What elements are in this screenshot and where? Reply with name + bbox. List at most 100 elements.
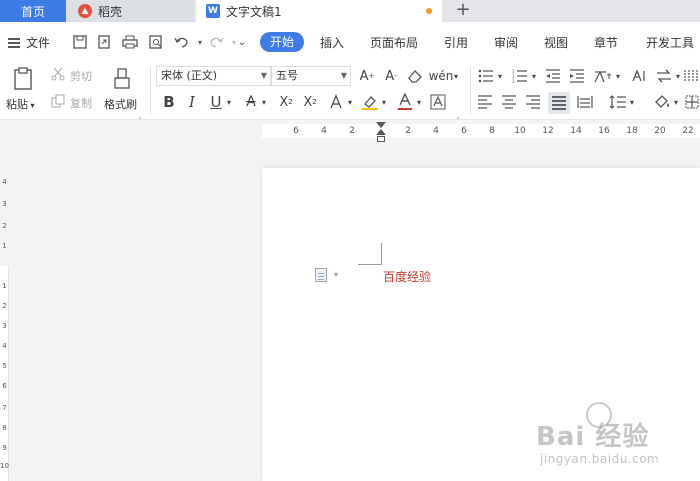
text-effects-dropdown-icon[interactable]: ▾ [346, 94, 354, 110]
new-tab-button[interactable]: + [452, 0, 474, 22]
subscript-icon[interactable]: X2 [300, 92, 320, 112]
margin-corner-mark [358, 243, 382, 265]
tab-docer[interactable]: ▲ 稻壳 [66, 0, 194, 22]
unsaved-indicator-icon [426, 8, 432, 14]
ruler-number: 2 [349, 126, 355, 136]
ruler-number: 10 [514, 126, 526, 136]
ruler-number: 7 [2, 404, 7, 412]
justify-icon[interactable] [548, 92, 570, 114]
ruler-number: 20 [654, 126, 666, 136]
phonetic-dropdown-icon[interactable]: ▾ [452, 68, 460, 84]
menu-tab-insert[interactable]: 插入 [320, 34, 344, 51]
copy-icon[interactable] [50, 93, 66, 109]
italic-icon[interactable]: I [183, 92, 201, 112]
format-painter-button[interactable]: 格式刷 [104, 96, 137, 112]
shrink-font-icon[interactable]: A- [381, 67, 401, 85]
show-marks-icon[interactable] [684, 67, 700, 85]
export-pdf-icon[interactable] [94, 32, 114, 52]
customize-toolbar-icon[interactable]: ⌄ [232, 32, 252, 52]
line-spacing-icon[interactable] [608, 93, 628, 111]
chinese-layout-dropdown-icon[interactable]: ▾ [614, 68, 622, 84]
clear-formatting-icon[interactable] [405, 67, 425, 85]
menu-bar: 文件 ▾ ▾ ⌄ 开始 插入 页面布局 引用 审阅 视图 章节 开发工具 [0, 22, 700, 62]
borders-icon[interactable] [684, 93, 700, 111]
horizontal-ruler[interactable]: 6 4 2 2 4 6 8 10 12 14 16 18 20 22 [0, 120, 700, 142]
paragraph-options-icon[interactable] [315, 268, 327, 282]
ruler-number: 4 [321, 126, 327, 136]
font-color-icon[interactable] [395, 92, 415, 112]
print-preview-icon[interactable] [146, 32, 166, 52]
font-size-select[interactable]: 五号 ▼ [271, 66, 351, 86]
ruler-number: 6 [2, 382, 7, 390]
vertical-ruler[interactable]: 4 3 2 1 1 2 3 4 5 6 7 8 9 10 [0, 142, 9, 481]
menu-tab-review[interactable]: 审阅 [494, 34, 518, 51]
document-text[interactable]: 百度经验 [383, 268, 431, 285]
shading-icon[interactable] [652, 93, 672, 111]
undo-icon[interactable] [172, 32, 192, 52]
font-launcher-icon[interactable]: ⌟ [454, 112, 462, 120]
save-icon[interactable] [70, 32, 90, 52]
align-right-icon[interactable] [524, 93, 542, 111]
grow-font-icon[interactable]: A + [357, 67, 377, 85]
bold-icon[interactable]: B [160, 92, 178, 112]
text-effects-icon[interactable] [326, 92, 346, 112]
bullet-list-icon[interactable] [476, 67, 496, 85]
highlight-icon[interactable] [360, 92, 380, 112]
paste-button[interactable]: 粘贴 ▾ [6, 96, 35, 112]
file-menu-button[interactable]: 文件 [8, 34, 50, 51]
chinese-layout-icon[interactable] [592, 67, 614, 85]
numbered-list-dropdown-icon[interactable]: ▾ [530, 68, 538, 84]
left-indent-icon [377, 136, 385, 142]
indent-marker-handle[interactable] [376, 122, 386, 144]
numbered-list-icon[interactable]: 123 [510, 67, 530, 85]
sort-icon[interactable] [654, 67, 674, 85]
tab-document-label: 文字文稿1 [226, 4, 282, 19]
underline-dropdown-icon[interactable]: ▾ [225, 94, 233, 110]
cut-button[interactable]: 剪切 [70, 68, 92, 84]
format-painter-icon[interactable] [110, 66, 134, 92]
text-direction-icon[interactable] [628, 67, 648, 85]
menu-tab-references[interactable]: 引用 [444, 34, 468, 51]
strikethrough-dropdown-icon[interactable]: ▾ [260, 94, 268, 110]
menu-tab-developer[interactable]: 开发工具 [646, 34, 694, 51]
copy-button[interactable]: 复制 [70, 95, 92, 111]
decrease-indent-icon[interactable] [543, 67, 563, 85]
character-border-icon[interactable] [428, 92, 448, 112]
align-center-icon[interactable] [500, 93, 518, 111]
superscript-icon[interactable]: X2 [276, 92, 296, 112]
distributed-align-icon[interactable] [575, 93, 595, 111]
docer-icon: ▲ [78, 4, 92, 18]
ruler-number: 1 [2, 282, 7, 290]
menu-tab-home[interactable]: 开始 [260, 32, 304, 52]
menu-tab-view[interactable]: 视图 [544, 34, 568, 51]
ruler-number: 8 [2, 424, 7, 432]
shading-dropdown-icon[interactable]: ▾ [672, 94, 680, 110]
tab-document[interactable]: W 文字文稿1 [196, 0, 442, 22]
ruler-number: 18 [626, 126, 638, 136]
increase-indent-icon[interactable] [567, 67, 587, 85]
align-left-icon[interactable] [476, 93, 494, 111]
redo-icon[interactable] [206, 32, 226, 52]
highlight-dropdown-icon[interactable]: ▾ [380, 94, 388, 110]
ribbon-separator [470, 66, 471, 116]
underline-icon[interactable]: U [207, 92, 225, 112]
print-icon[interactable] [120, 32, 140, 52]
font-color-dropdown-icon[interactable]: ▾ [415, 94, 423, 110]
ribbon: 粘贴 ▾ 剪切 复制 格式刷 宋体 (正文) ▼ 五号 ▼ A + A- wén … [0, 62, 700, 120]
ruler-number: 6 [293, 126, 299, 136]
menu-tab-chapter[interactable]: 章节 [594, 34, 618, 51]
font-name-select[interactable]: 宋体 (正文) ▼ [156, 66, 271, 86]
paste-label: 粘贴 [6, 98, 28, 111]
bullet-list-dropdown-icon[interactable]: ▾ [496, 68, 504, 84]
menu-tab-page-layout[interactable]: 页面布局 [370, 34, 418, 51]
ruler-number: 1 [2, 242, 7, 250]
line-spacing-dropdown-icon[interactable]: ▾ [628, 94, 636, 110]
sort-dropdown-icon[interactable]: ▾ [674, 68, 682, 84]
paste-icon[interactable] [10, 66, 36, 92]
cut-icon[interactable] [50, 66, 66, 82]
strikethrough-icon[interactable]: A [242, 92, 260, 112]
phonetic-guide-icon[interactable]: wén [429, 66, 454, 86]
clipboard-launcher-icon[interactable]: ⌟ [136, 112, 144, 120]
paragraph-options-dropdown-icon[interactable]: ▾ [334, 270, 338, 279]
tab-home[interactable]: 首页 [0, 0, 66, 22]
